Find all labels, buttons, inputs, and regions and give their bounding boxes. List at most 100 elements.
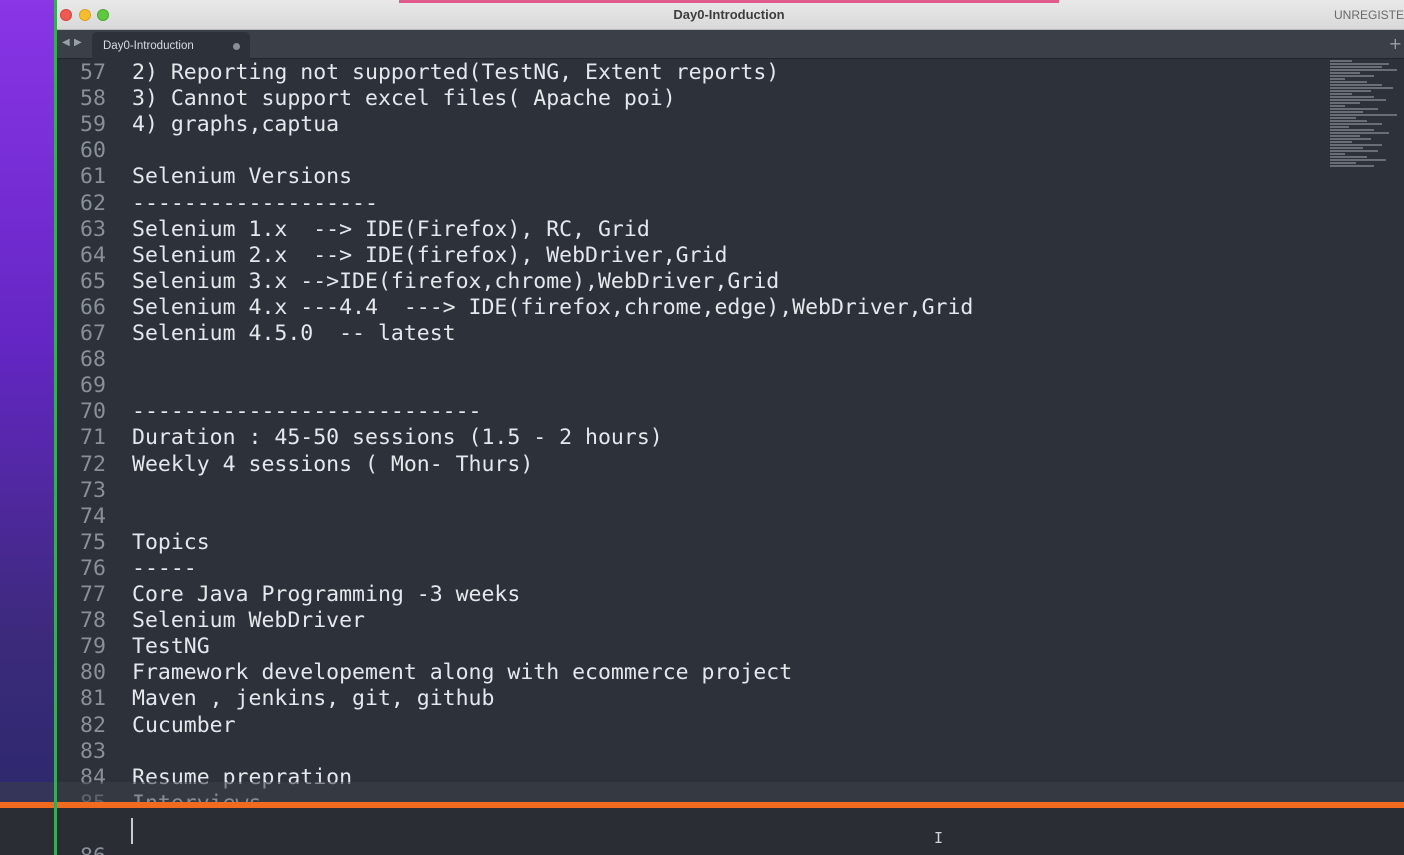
- window-title: Day0-Introduction: [673, 7, 785, 22]
- title-accent-strip: [399, 0, 1059, 3]
- line-number: 58: [80, 86, 106, 112]
- minimap-line: [1330, 138, 1371, 140]
- line-text: -------------------: [132, 190, 378, 216]
- ibeam-cursor-icon: I: [934, 829, 944, 847]
- unsaved-dot-icon[interactable]: [233, 43, 240, 50]
- minimap-line: [1330, 114, 1397, 116]
- minimap-line: [1330, 150, 1379, 152]
- line-number: 76: [80, 555, 106, 581]
- desktop-background: [0, 0, 54, 855]
- back-arrow-icon[interactable]: ◀: [62, 37, 70, 48]
- line-text: 2) Reporting not supported(TestNG, Exten…: [132, 60, 780, 85]
- line-text: Maven , jenkins, git, github: [132, 686, 495, 712]
- forward-arrow-icon[interactable]: ▶: [74, 37, 82, 48]
- minimap-line: [1330, 165, 1375, 167]
- line-number: 77: [80, 582, 106, 607]
- line-number: 82: [80, 712, 106, 738]
- bottom-panel: 86 87 I: [0, 808, 1404, 855]
- overlay-band: [0, 782, 1404, 804]
- line-number: 83: [80, 738, 106, 764]
- minimap-line: [1330, 96, 1375, 98]
- minimap-line: [1330, 102, 1360, 104]
- line-number: 62: [80, 190, 106, 216]
- minimap-line: [1330, 156, 1367, 158]
- minimap[interactable]: [1330, 59, 1404, 229]
- line-text: Framework developement along with ecomme…: [132, 660, 793, 686]
- line-text: Selenium 4.x ---4.4 ---> IDE(firefox,chr…: [132, 294, 974, 320]
- minimap-line: [1330, 141, 1353, 143]
- line-number: 65: [80, 268, 106, 294]
- minimap-line: [1330, 105, 1345, 107]
- line-number: 81: [80, 686, 106, 712]
- minimap-line: [1330, 93, 1353, 95]
- line-number: 73: [80, 477, 106, 503]
- line-text: Selenium 3.x -->IDE(firefox,chrome),WebD…: [132, 268, 780, 294]
- minimap-line: [1330, 87, 1393, 89]
- minimap-line: [1330, 159, 1386, 161]
- line-number: 79: [80, 634, 106, 660]
- minimap-line: [1330, 135, 1360, 137]
- line-number: 80: [80, 660, 106, 686]
- line-number: 68: [80, 347, 106, 373]
- minimap-line: [1330, 84, 1382, 86]
- line-number: 72: [80, 451, 106, 477]
- line-text: Duration : 45-50 sessions (1.5 - 2 hours…: [132, 425, 663, 451]
- line-text: Selenium 2.x --> IDE(firefox), WebDriver…: [132, 242, 728, 268]
- minimap-line: [1330, 153, 1345, 155]
- minimap-line: [1330, 132, 1390, 134]
- line-number: 69: [80, 373, 106, 399]
- minimap-line: [1330, 99, 1386, 101]
- minimap-line: [1330, 81, 1367, 83]
- minimap-line: [1330, 129, 1375, 131]
- line-text: 4) graphs,captua: [132, 112, 340, 138]
- minimap-line: [1330, 120, 1367, 122]
- line-row: 86: [54, 818, 106, 855]
- line-text: TestNG: [132, 634, 210, 660]
- minimap-line: [1330, 144, 1382, 146]
- line-text: Selenium WebDriver: [132, 608, 365, 634]
- tab-bar: ◀ ▶ Day0-Introduction +: [54, 30, 1404, 59]
- line-text: Cucumber: [132, 712, 236, 738]
- minimap-line: [1330, 75, 1375, 77]
- minimap-line: [1330, 78, 1345, 80]
- tab-day0-introduction[interactable]: Day0-Introduction: [92, 32, 250, 59]
- line-number: 59: [80, 112, 106, 138]
- line-number: 64: [80, 242, 106, 268]
- line-text: Topics: [132, 529, 210, 555]
- minimap-line: [1330, 126, 1349, 128]
- new-tab-icon[interactable]: +: [1389, 34, 1402, 53]
- minimap-line: [1330, 117, 1356, 119]
- line-text: Core Java Programming -3 weeks: [132, 582, 521, 607]
- line-number: 74: [80, 503, 106, 529]
- line-number: 75: [80, 529, 106, 555]
- minimap-line: [1330, 111, 1364, 113]
- minimap-line: [1330, 123, 1382, 125]
- line-text: Selenium 4.5.0 -- latest: [132, 321, 456, 346]
- line-text: Selenium 1.x --> IDE(Firefox), RC, Grid: [132, 216, 650, 242]
- minimap-line: [1330, 90, 1371, 92]
- registration-label: UNREGISTE: [1333, 8, 1404, 22]
- editor-window: Day0-Introduction UNREGISTE ◀ ▶ Day0-Int…: [54, 0, 1404, 855]
- minimap-line: [1330, 60, 1353, 62]
- title-bar: Day0-Introduction UNREGISTE: [54, 0, 1404, 30]
- line-number: 60: [80, 138, 106, 164]
- minimap-line: [1330, 162, 1356, 164]
- line-number: 67: [80, 321, 106, 346]
- line-number: 70: [80, 399, 106, 425]
- minimap-line: [1330, 69, 1397, 71]
- line-row: 87: [54, 844, 106, 855]
- tab-label: Day0-Introduction: [103, 39, 194, 52]
- minimap-line: [1330, 72, 1360, 74]
- line-number: 63: [80, 216, 106, 242]
- line-number: 71: [80, 425, 106, 451]
- code-editor[interactable]: 57 2) Reporting not supported(TestNG, Ext…: [54, 59, 1404, 855]
- line-number: 61: [80, 164, 106, 190]
- line-number: 57: [80, 60, 106, 85]
- line-number: 78: [80, 608, 106, 634]
- minimap-line: [1330, 108, 1379, 110]
- minimap-line: [1330, 66, 1382, 68]
- line-number: 66: [80, 294, 106, 320]
- text-caret: [131, 818, 133, 844]
- minimap-line: [1330, 63, 1390, 65]
- line-text: ---------------------------: [132, 399, 482, 425]
